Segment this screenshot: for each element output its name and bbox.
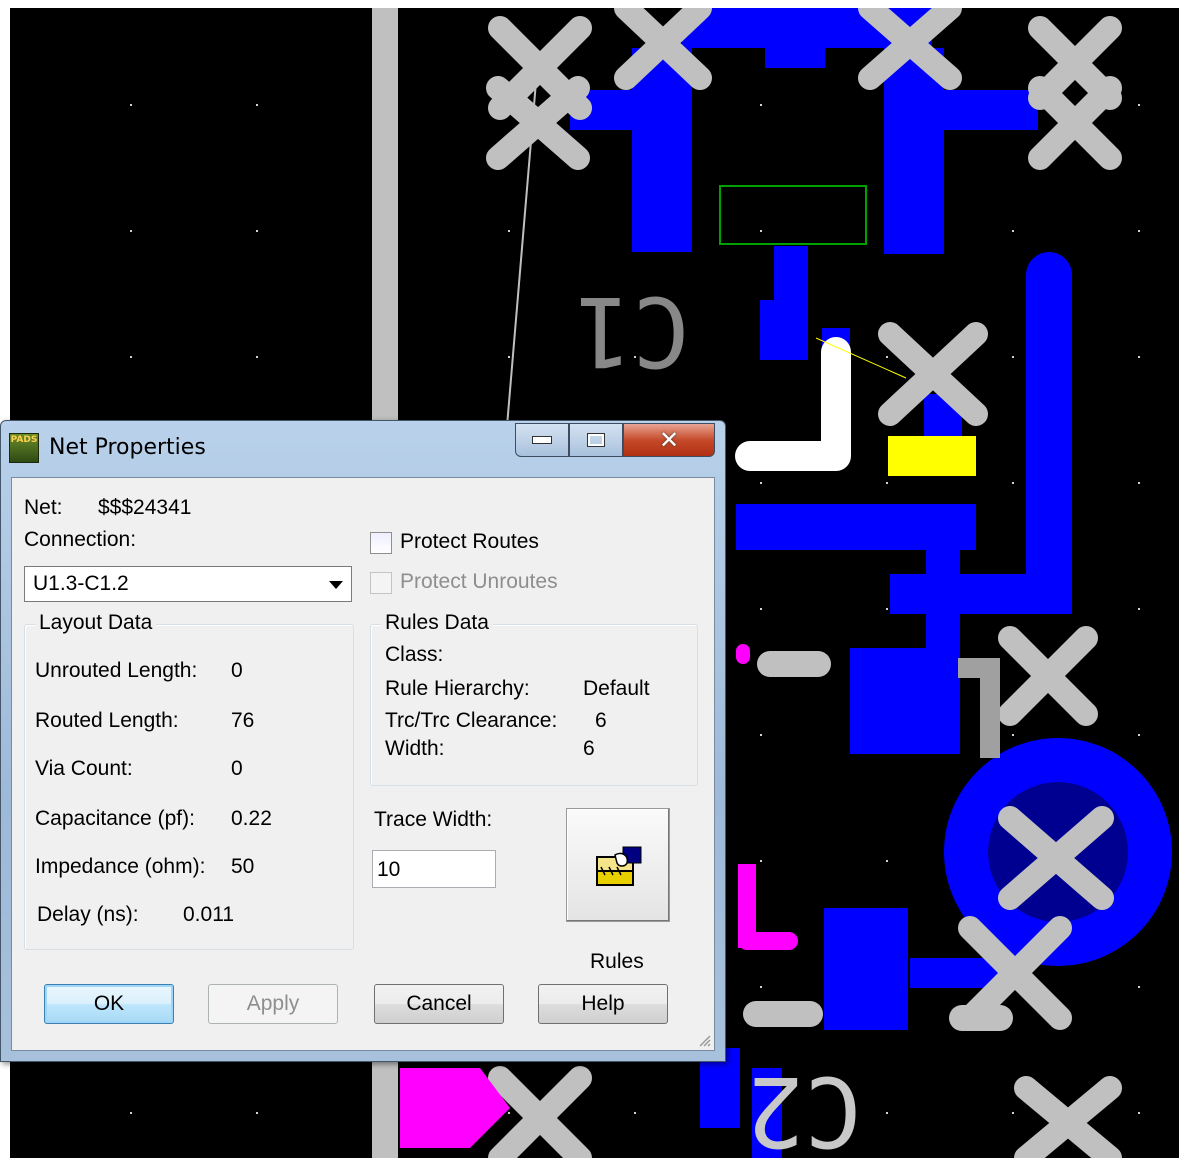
clearance-value: 6 (595, 709, 607, 732)
width-label: Width: (385, 737, 445, 760)
unrouted-length-label: Unrouted Length: (35, 659, 198, 682)
protect-routes-label[interactable]: Protect Routes (400, 530, 539, 554)
trace-width-input[interactable]: 10 (372, 850, 496, 888)
connection-selected: U1.3-C1.2 (33, 572, 129, 595)
caption-buttons: ✕ (515, 423, 715, 457)
trace-width-value: 10 (377, 858, 401, 881)
protect-unroutes-label[interactable]: Protect Unroutes (400, 570, 558, 594)
cancel-button[interactable]: Cancel (374, 984, 504, 1024)
delay-label: Delay (ns): (37, 903, 139, 926)
rules-button-label[interactable]: Rules (590, 950, 644, 974)
width-value: 6 (583, 737, 595, 760)
title-bar[interactable]: PADS Net Properties ✕ (1, 421, 725, 477)
layout-data-title: Layout Data (35, 611, 157, 635)
rules-data-group: Rules Data Class: Rule Hierarchy: Defaul… (370, 611, 698, 786)
protect-routes-checkbox[interactable] (370, 532, 392, 554)
maximize-icon (587, 433, 605, 447)
unrouted-length-value: 0 (231, 659, 243, 682)
chevron-down-icon (329, 581, 343, 589)
rule-hierarchy-value: Default (583, 677, 650, 700)
routed-length-label: Routed Length: (35, 709, 179, 732)
rules-data-title: Rules Data (381, 611, 493, 635)
capacitance-value: 0.22 (231, 807, 272, 830)
rules-icon (596, 846, 642, 886)
minimize-icon (532, 436, 552, 444)
net-value: $$$24341 (98, 496, 192, 519)
pads-app-icon: PADS (9, 433, 39, 463)
maximize-button[interactable] (569, 423, 623, 457)
capacitance-label: Capacitance (pf): (35, 807, 195, 830)
via-count-value: 0 (231, 757, 243, 780)
silkscreen-c2: C2 (746, 1055, 862, 1158)
help-button[interactable]: Help (538, 984, 668, 1024)
minimize-button[interactable] (515, 423, 569, 457)
via-count-label: Via Count: (35, 757, 133, 780)
dialog-client: Net: $$$24341 Connection: U1.3-C1.2 Prot… (11, 477, 715, 1051)
net-label: Net: (24, 496, 63, 519)
resize-grip-icon[interactable] (698, 1034, 712, 1048)
connection-label: Connection: (24, 528, 137, 551)
highlighted-pad (888, 436, 976, 476)
silkscreen-c1: C1 (574, 275, 690, 387)
routed-length-value: 76 (231, 709, 255, 732)
connection-dropdown[interactable]: U1.3-C1.2 (24, 566, 352, 602)
clearance-label: Trc/Trc Clearance: (385, 709, 558, 732)
trace-width-label: Trace Width: (374, 808, 493, 831)
net-properties-dialog: PADS Net Properties ✕ Net: $$$24341 Conn… (0, 420, 726, 1062)
dialog-title: Net Properties (49, 435, 206, 460)
layout-data-group: Layout Data Unrouted Length: 0 Routed Le… (24, 611, 354, 950)
delay-value: 0.011 (183, 903, 234, 926)
impedance-label: Impedance (ohm): (35, 855, 206, 878)
impedance-value: 50 (231, 855, 255, 878)
ok-button[interactable]: OK (44, 984, 174, 1024)
close-icon: ✕ (658, 426, 680, 454)
rule-hierarchy-label: Rule Hierarchy: (385, 677, 530, 700)
protect-unroutes-checkbox[interactable] (370, 572, 392, 594)
close-button[interactable]: ✕ (623, 423, 715, 457)
class-label: Class: (385, 643, 444, 666)
rules-button[interactable] (566, 808, 670, 922)
apply-button[interactable]: Apply (208, 984, 338, 1024)
